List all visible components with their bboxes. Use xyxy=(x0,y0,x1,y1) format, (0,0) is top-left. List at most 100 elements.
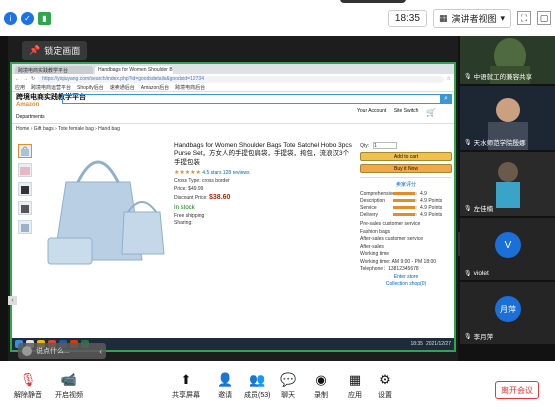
rating-bar-fill xyxy=(393,213,415,216)
start-video-button[interactable]: 📹 开启视频 xyxy=(55,361,83,411)
presales-label: Pre-sales customer service xyxy=(360,221,421,227)
mic-muted-icon: 🎙 xyxy=(19,371,37,387)
reviews-text[interactable]: 4.5 stars 128 reviews xyxy=(202,170,249,176)
star-rating-icon: ★★★★★ xyxy=(174,170,201,177)
site-search-input[interactable]: ⌕ xyxy=(62,94,452,104)
aftersales-name[interactable]: After-sales xyxy=(360,244,452,252)
rating-row: Comprehensive 4.9 xyxy=(360,190,452,197)
browser-tab[interactable]: 跨境电商实践教学平台 xyxy=(15,66,93,74)
collect-shop-link[interactable]: Collection shop(0) xyxy=(360,281,452,289)
browser-window: 跨境电商实践教学平台 Handbags for Women Shoulder B… xyxy=(10,62,456,352)
view-switch-button[interactable]: ▦ 演讲者视图 ▾ xyxy=(432,8,511,28)
fullscreen-icon[interactable]: ⛶ xyxy=(517,11,531,25)
enter-store-link[interactable]: Enter store xyxy=(360,274,452,282)
speaker-view-icon: ▦ xyxy=(438,12,448,23)
deal-label: Discount Price: xyxy=(174,195,208,202)
gear-icon: ⚙ xyxy=(379,371,391,387)
rating-row: Delivery 4.9 Points xyxy=(360,211,452,218)
bookmark-item[interactable]: 应用 xyxy=(15,84,25,91)
record-button[interactable]: ◉ 录制 xyxy=(314,361,328,411)
rating-value: 4.9 Points xyxy=(420,211,443,218)
rating-row: Service 4.9 Points xyxy=(360,204,452,211)
bookmark-item[interactable]: Shopify后台 xyxy=(77,84,104,91)
participant-panel: 🎙 中语就工的兼容共享 🎙 天水师范学院殷娜 🎙 左佳楠 V 🎙 violet … xyxy=(460,36,555,361)
rating-label: Delivery xyxy=(360,211,379,218)
browser-tab-active[interactable]: Handbags for Women Shoulder B xyxy=(95,66,173,74)
thumbnail-list xyxy=(18,144,32,234)
stock-status: In stock xyxy=(174,204,195,211)
rating-value: 4.9 xyxy=(420,190,427,197)
departments-menu[interactable]: Departments xyxy=(16,114,45,120)
leave-meeting-button[interactable]: 离开会议 xyxy=(495,381,539,399)
site-switch[interactable]: Site Switch xyxy=(394,108,419,114)
shop-type: Cross Type: cross border xyxy=(174,178,230,185)
mic-icon: 🎙 xyxy=(464,333,472,340)
invite-button[interactable]: 👤 邀请 xyxy=(217,361,233,411)
forward-icon[interactable]: → xyxy=(23,76,28,82)
members-icon: 👥 xyxy=(249,371,266,387)
qty-select[interactable]: 1 xyxy=(373,142,398,149)
chat-icon: 💬 xyxy=(280,371,297,387)
rating-bar-fill xyxy=(393,192,415,195)
back-icon[interactable]: ← xyxy=(15,76,20,82)
bookmark-item[interactable]: 跨境电商后台 xyxy=(175,84,205,91)
window-icon[interactable]: ▢ xyxy=(537,11,551,25)
participant-name: 🎙 天水师范学院殷娜 xyxy=(464,139,526,148)
address-bar[interactable]: https://yiqiuyang.com/search/index.php?i… xyxy=(38,75,444,83)
reload-icon[interactable]: ↻ xyxy=(31,76,35,82)
product-thumbnail[interactable] xyxy=(18,163,32,177)
apps-button[interactable]: ▦ 应用 xyxy=(348,361,362,411)
bookmark-item[interactable]: Amazon后台 xyxy=(141,84,169,91)
rating-title: 卖家评分 xyxy=(395,182,416,188)
participant-tile[interactable]: 🎙 左佳楠 xyxy=(460,152,555,216)
rating-value: 4.9 Points xyxy=(420,204,443,211)
unmute-button[interactable]: 🎙 解除静音 xyxy=(14,361,42,411)
deal-price: $38.60 xyxy=(209,194,231,202)
product-thumbnail[interactable] xyxy=(18,144,32,158)
shield-icon[interactable]: ✓ xyxy=(21,11,34,25)
buy-now-button[interactable]: Buy it Now xyxy=(360,164,452,173)
product-thumbnail[interactable] xyxy=(18,220,32,234)
signal-icon[interactable]: ▮ xyxy=(38,11,51,25)
breadcrumb: Home › Gift bags › Tote female bag › Han… xyxy=(16,126,120,132)
pin-icon: 📌 xyxy=(29,45,41,55)
chevron-left-icon[interactable]: ‹ xyxy=(99,347,102,356)
share-screen-icon: ⬆ xyxy=(180,371,192,387)
site-header: 跨境电商实践教学平台 Amazon ⌕ Departments Your Acc… xyxy=(12,92,454,124)
mic-muted-icon: 🎙 xyxy=(464,205,472,212)
tray-date: 2021/12/27 xyxy=(425,341,451,347)
participant-tile[interactable]: 🎙 中语就工的兼容共享 xyxy=(460,36,555,84)
collapse-icon[interactable]: ‹ xyxy=(8,296,17,305)
rating-row: Description 4.9 Points xyxy=(360,197,452,204)
lock-screen-button[interactable]: 📌 锁定画面 xyxy=(22,41,88,60)
bookmark-item[interactable]: 速卖通后台 xyxy=(110,84,135,91)
members-button[interactable]: 👥 成员(53) xyxy=(244,361,270,411)
bookmark-item[interactable]: 跨境电商运营平台 xyxy=(31,84,71,91)
product-thumbnail[interactable] xyxy=(18,182,32,196)
product-image[interactable] xyxy=(38,142,168,272)
star-icon[interactable]: ☆ xyxy=(447,76,451,82)
participant-tile[interactable]: V 🎙 violet xyxy=(460,218,555,280)
participant-name: 🎙 violet xyxy=(464,270,489,277)
rating-bar xyxy=(393,206,417,209)
participant-name: 🎙 中语就工的兼容共享 xyxy=(464,73,533,82)
info-icon[interactable]: i xyxy=(4,11,17,25)
settings-button[interactable]: ⚙ 设置 xyxy=(378,361,392,411)
participant-name: 🎙 李月萍 xyxy=(464,333,494,342)
search-icon[interactable]: ⌕ xyxy=(440,94,452,104)
mic-muted-icon: 🎙 xyxy=(464,271,472,277)
presales-name[interactable]: Fashion bags xyxy=(360,229,452,237)
share-screen-button[interactable]: ⬆ 共享屏幕 xyxy=(172,361,200,411)
add-to-cart-button[interactable]: Add to cart xyxy=(360,152,452,161)
camera-off-icon: 📹 xyxy=(60,371,78,387)
cart-icon[interactable]: 🛒 xyxy=(426,108,436,117)
sharing-label: Sharing: xyxy=(174,220,193,227)
chat-button[interactable]: 💬 聊天 xyxy=(280,361,296,411)
chat-placeholder: 说点什么... xyxy=(36,348,70,355)
chat-input[interactable]: 说点什么... ‹ xyxy=(18,343,106,359)
account-menu[interactable]: Your Account Site Switch xyxy=(357,108,418,114)
participant-tile[interactable]: 🎙 天水师范学院殷娜 xyxy=(460,86,555,150)
rating-bar xyxy=(393,192,417,195)
product-thumbnail[interactable] xyxy=(18,201,32,215)
participant-tile[interactable]: 月萍 🎙 李月萍 xyxy=(460,282,555,344)
